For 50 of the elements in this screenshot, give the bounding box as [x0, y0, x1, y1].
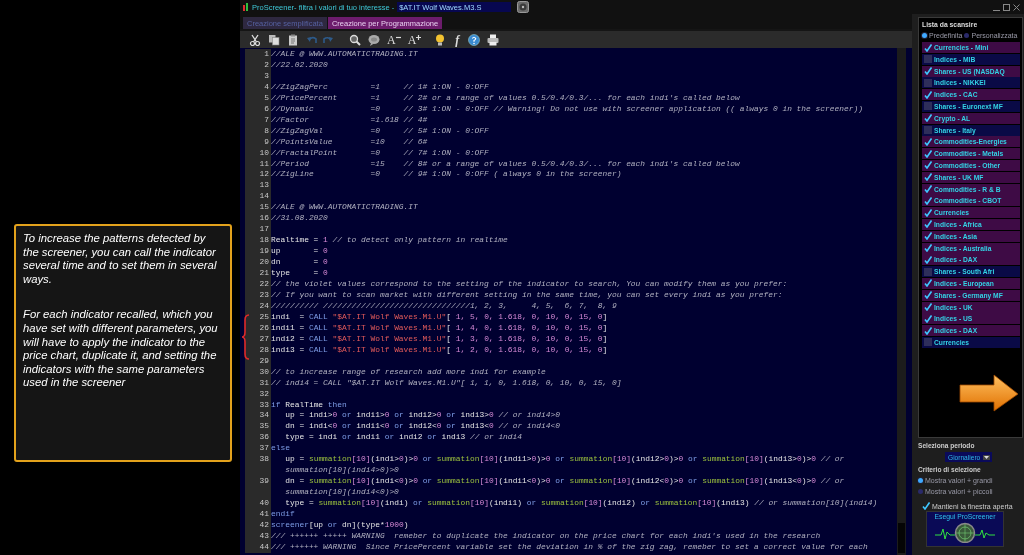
checkbox[interactable] [924, 43, 932, 52]
checkbox[interactable] [924, 137, 932, 146]
checkbox[interactable] [924, 338, 932, 347]
plus-icon [416, 35, 422, 40]
radar-icon [933, 521, 997, 543]
candlestick-icon [243, 1, 249, 13]
checkbox[interactable] [924, 220, 932, 229]
checkbox[interactable] [924, 90, 932, 99]
curly-brace [241, 314, 250, 360]
search-icon[interactable] [349, 34, 361, 46]
checkbox[interactable] [924, 173, 932, 182]
annotation-text: For each indicator recalled, which you have set with different parameters, you will have to apply the indicator to the price chart, duplicate it, and setting the indicators with the same parameters used in the screener [23, 308, 219, 390]
minus-icon [395, 35, 401, 40]
cut-icon[interactable] [249, 34, 261, 46]
checkbox[interactable] [924, 279, 932, 288]
arrow-drawing [958, 372, 1020, 413]
scrollbar-thumb[interactable] [898, 523, 905, 553]
copy-icon[interactable] [268, 34, 280, 46]
printer-icon[interactable] [487, 34, 500, 46]
checkbox[interactable] [924, 102, 932, 111]
annotation-text: To increase the patterns detected by the screener, you can call the indicator several time and to set them in several ways. [23, 232, 218, 287]
checkbox[interactable] [924, 55, 932, 64]
checkbox[interactable] [924, 267, 932, 276]
checkbox[interactable] [924, 291, 932, 300]
checkbox[interactable] [924, 326, 932, 335]
close-icon[interactable] [1013, 3, 1020, 11]
checkbox[interactable] [924, 314, 932, 323]
maximize-icon[interactable] [1003, 3, 1010, 11]
checkbox[interactable] [924, 67, 932, 76]
function-button[interactable]: f [453, 34, 462, 46]
checkbox[interactable] [924, 185, 932, 194]
caret-icon [983, 454, 991, 460]
checkbox[interactable] [924, 78, 932, 87]
checkbox[interactable] [924, 161, 932, 170]
checkbox[interactable] [924, 114, 932, 123]
checkbox[interactable] [924, 303, 932, 312]
light-bulb-icon[interactable] [434, 34, 447, 46]
checkbox[interactable] [924, 126, 932, 135]
checkbox[interactable] [924, 244, 932, 253]
checkbox[interactable] [924, 196, 932, 205]
checkbox[interactable] [924, 149, 932, 158]
checkbox[interactable] [924, 208, 932, 217]
speech-bubble-icon[interactable] [368, 34, 380, 46]
checkbox[interactable] [924, 255, 932, 264]
font-smaller-button[interactable]: A [387, 34, 401, 46]
checkbox[interactable] [924, 232, 932, 241]
paste-icon[interactable] [287, 34, 299, 46]
scrollbar[interactable] [897, 48, 906, 555]
checkbox[interactable] [922, 502, 930, 510]
font-larger-button[interactable]: A [407, 34, 422, 46]
